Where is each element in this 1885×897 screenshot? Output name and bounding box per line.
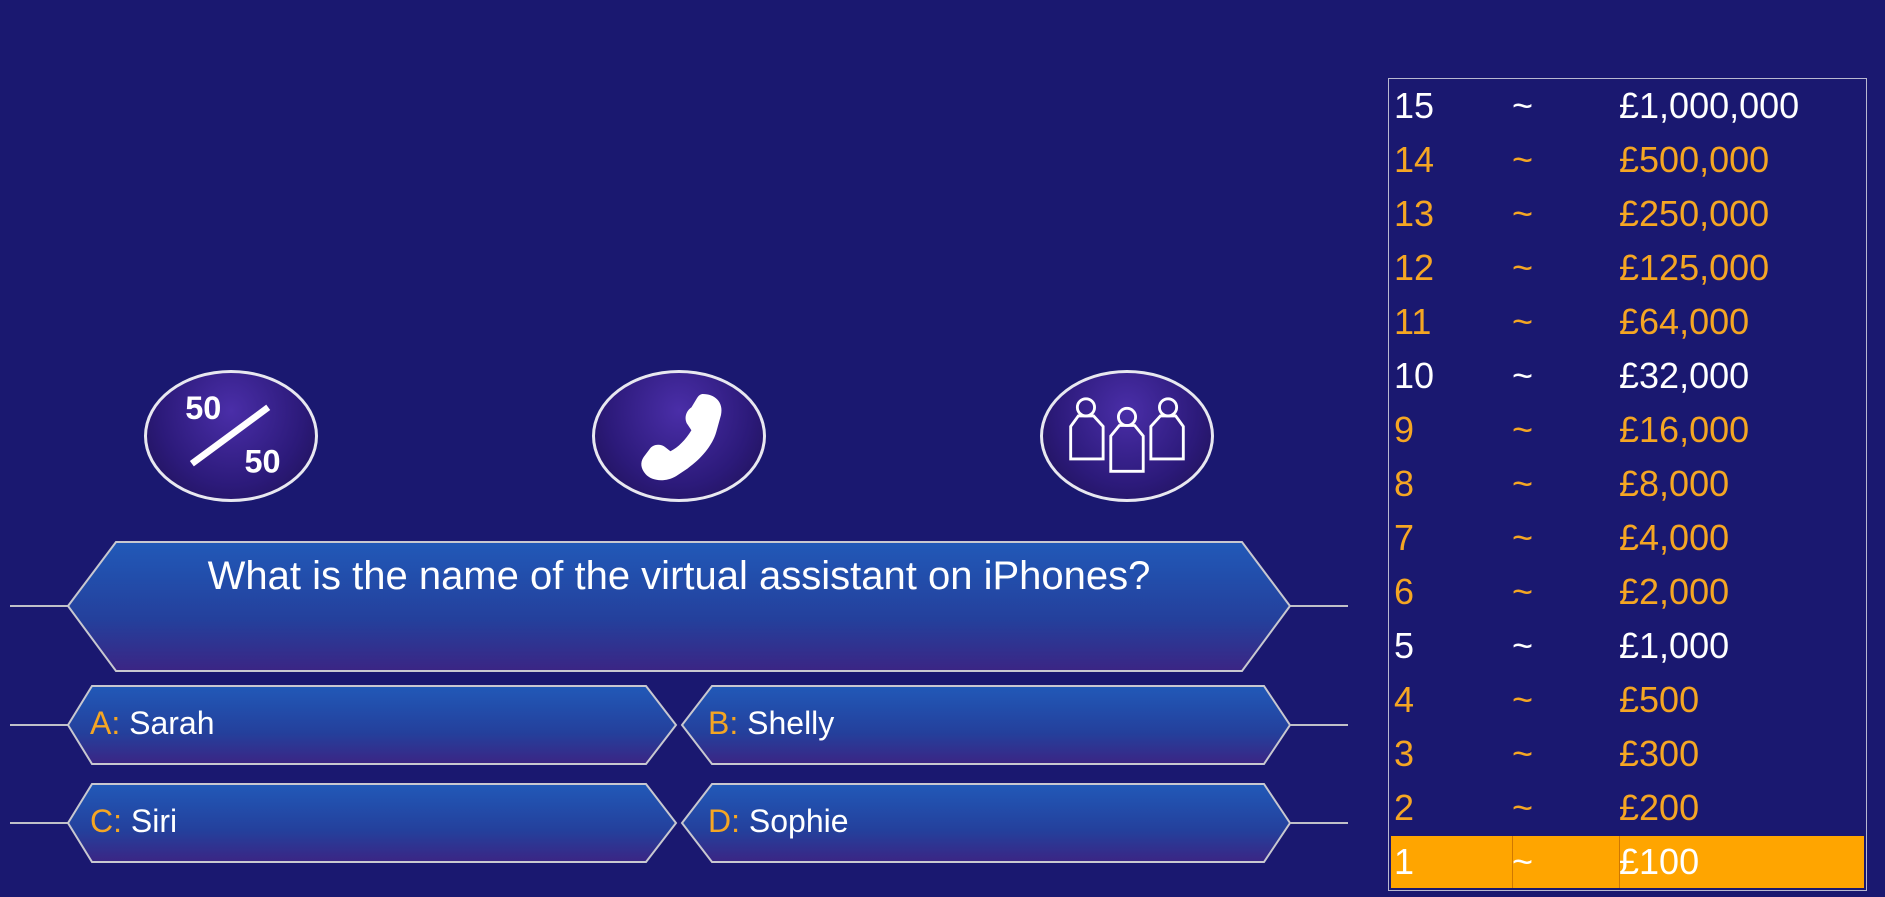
ladder-separator: ~ bbox=[1512, 247, 1534, 288]
ladder-level: 4 bbox=[1394, 679, 1415, 720]
ladder-level: 7 bbox=[1394, 517, 1415, 558]
answer-c-text: Siri bbox=[130, 803, 178, 839]
answer-a-text: Sarah bbox=[129, 705, 215, 741]
ladder-amount: £16,000 bbox=[1619, 409, 1750, 450]
ladder-amount: £8,000 bbox=[1619, 463, 1730, 504]
ladder-separator: ~ bbox=[1512, 733, 1534, 774]
fifty-fifty-icon: 50 50 bbox=[185, 390, 280, 479]
ladder-level: 10 bbox=[1394, 355, 1435, 396]
ladder-amount: £64,000 bbox=[1619, 301, 1750, 342]
ladder-row-11: 11 ~ £64,000 bbox=[1391, 296, 1864, 348]
question-text: What is the name of the virtual assistan… bbox=[207, 554, 1151, 598]
ladder-amount: £500,000 bbox=[1619, 139, 1770, 180]
ladder-level: 8 bbox=[1394, 463, 1415, 504]
ladder-separator: ~ bbox=[1512, 841, 1534, 882]
ladder-row-1: 1 ~ £100 bbox=[1391, 836, 1864, 888]
ladder-row-2: 2 ~ £200 bbox=[1391, 782, 1864, 834]
ladder-level: 11 bbox=[1394, 301, 1432, 342]
answer-b-letter: B: bbox=[708, 705, 739, 741]
ladder-amount: £1,000 bbox=[1619, 625, 1730, 666]
ladder-separator: ~ bbox=[1512, 301, 1534, 342]
ladder-amount: £300 bbox=[1619, 733, 1700, 774]
answer-b[interactable]: B: Shelly bbox=[676, 683, 1350, 767]
ladder-row-15: 15 ~ £1,000,000 bbox=[1391, 80, 1864, 132]
ladder-amount: £125,000 bbox=[1619, 247, 1770, 288]
ladder-level: 15 bbox=[1394, 85, 1435, 126]
ladder-level: 9 bbox=[1394, 409, 1415, 450]
ladder-amount: £32,000 bbox=[1619, 355, 1750, 396]
fifty-fifty-lifeline[interactable]: 50 50 bbox=[144, 370, 318, 502]
money-ladder: 15 ~ £1,000,000 14 ~ £500,000 13 ~ £250,000 12 ~ £1… bbox=[1388, 78, 1867, 891]
answer-b-text: Shelly bbox=[747, 705, 835, 741]
ladder-separator: ~ bbox=[1512, 517, 1534, 558]
answer-d-letter: D: bbox=[708, 803, 740, 839]
answer-a-letter: A: bbox=[90, 705, 121, 741]
ladder-amount: £200 bbox=[1619, 787, 1700, 828]
ladder-separator: ~ bbox=[1512, 463, 1534, 504]
ladder-separator: ~ bbox=[1512, 625, 1534, 666]
ladder-separator: ~ bbox=[1512, 139, 1534, 180]
answer-d-text: Sophie bbox=[748, 803, 849, 839]
phone-icon bbox=[641, 394, 722, 481]
ladder-level: 2 bbox=[1394, 787, 1415, 828]
ladder-separator: ~ bbox=[1512, 571, 1534, 612]
phone-a-friend-lifeline[interactable] bbox=[592, 370, 766, 502]
ladder-level: 6 bbox=[1394, 571, 1415, 612]
ladder-level: 1 bbox=[1394, 841, 1415, 882]
ladder-row-10: 10 ~ £32,000 bbox=[1391, 350, 1864, 402]
ask-the-audience-lifeline[interactable] bbox=[1040, 370, 1214, 502]
ladder-row-9: 9 ~ £16,000 bbox=[1391, 404, 1864, 456]
ladder-row-13: 13 ~ £250,000 bbox=[1391, 188, 1864, 240]
ladder-separator: ~ bbox=[1512, 85, 1534, 126]
answer-c[interactable]: C: Siri bbox=[0, 781, 682, 865]
answer-d[interactable]: D: Sophie bbox=[676, 781, 1350, 865]
ladder-amount: £500 bbox=[1619, 679, 1700, 720]
ladder-row-6: 6 ~ £2,000 bbox=[1391, 566, 1864, 618]
fifty-fifty-bottom-label: 50 bbox=[244, 443, 280, 479]
ladder-level: 12 bbox=[1394, 247, 1435, 288]
ladder-cell-divider bbox=[1512, 836, 1513, 888]
answer-a[interactable]: A: Sarah bbox=[0, 683, 682, 767]
ladder-row-12: 12 ~ £125,000 bbox=[1391, 242, 1864, 294]
ladder-row-7: 7 ~ £4,000 bbox=[1391, 512, 1864, 564]
ladder-amount: £1,000,000 bbox=[1619, 85, 1800, 126]
ladder-separator: ~ bbox=[1512, 787, 1534, 828]
ladder-row-5: 5 ~ £1,000 bbox=[1391, 620, 1864, 672]
answer-c-letter: C: bbox=[90, 803, 122, 839]
ladder-level: 14 bbox=[1394, 139, 1435, 180]
ladder-separator: ~ bbox=[1512, 355, 1534, 396]
ladder-separator: ~ bbox=[1512, 679, 1534, 720]
ladder-amount: £2,000 bbox=[1619, 571, 1730, 612]
ladder-amount: £250,000 bbox=[1619, 193, 1770, 234]
ladder-amount: £4,000 bbox=[1619, 517, 1730, 558]
audience-icon bbox=[1069, 397, 1185, 473]
ladder-separator: ~ bbox=[1512, 409, 1534, 450]
ladder-level: 3 bbox=[1394, 733, 1415, 774]
question-panel: What is the name of the virtual assistan… bbox=[0, 540, 1350, 674]
ladder-amount: £100 bbox=[1619, 841, 1700, 882]
ladder-row-3: 3 ~ £300 bbox=[1391, 728, 1864, 780]
ladder-row-8: 8 ~ £8,000 bbox=[1391, 458, 1864, 510]
fifty-fifty-top-label: 50 bbox=[185, 390, 221, 426]
ladder-row-14: 14 ~ £500,000 bbox=[1391, 134, 1864, 186]
ladder-cell-divider bbox=[1619, 836, 1620, 888]
ladder-row-4: 4 ~ £500 bbox=[1391, 674, 1864, 726]
ladder-separator: ~ bbox=[1512, 193, 1534, 234]
ladder-level: 5 bbox=[1394, 625, 1415, 666]
ladder-level: 13 bbox=[1394, 193, 1435, 234]
